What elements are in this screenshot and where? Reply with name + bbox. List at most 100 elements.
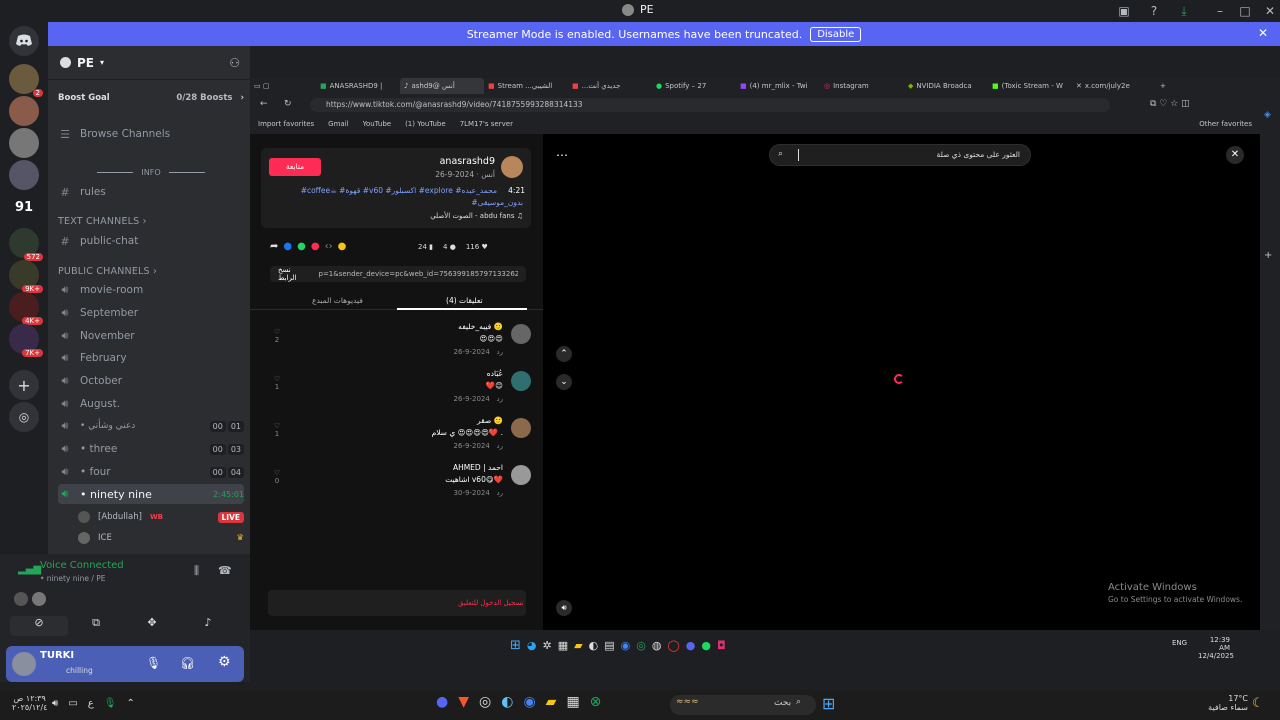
close-video-button[interactable]: ✕ xyxy=(1226,146,1244,164)
camera-off-button[interactable]: ⊘ xyxy=(10,616,68,636)
video-link[interactable]: p=1&sender_device=pc&web_id=756399185797… xyxy=(319,270,519,278)
boost-goal[interactable]: Boost Goal 0/28 Boosts › xyxy=(58,88,244,108)
taskbar-search[interactable]: ≈≈≈ بحث ⌕ xyxy=(670,695,816,715)
share-icon[interactable]: ➦ xyxy=(270,241,278,252)
instagram-icon[interactable]: ◘ xyxy=(717,639,726,652)
share-screen-button[interactable]: ⧉ xyxy=(68,616,124,636)
edge-icon[interactable]: ◕ xyxy=(527,639,537,652)
new-tab-button[interactable]: + xyxy=(1156,78,1180,94)
follow-button[interactable]: متابعة xyxy=(269,158,321,176)
folder-icon[interactable]: ▰ xyxy=(546,694,557,710)
discord-icon[interactable]: ● xyxy=(436,694,448,710)
next-video-button[interactable]: ⌄ xyxy=(556,374,572,390)
reply-button[interactable]: رد xyxy=(497,442,504,450)
chrome-icon[interactable]: ◉ xyxy=(621,639,631,652)
store-icon[interactable]: ▦ xyxy=(566,694,579,710)
address-bar[interactable]: https://www.tiktok.com/@anasrashd9/video… xyxy=(310,98,1110,112)
app-icon[interactable]: ◎ xyxy=(479,694,491,710)
comment-like[interactable]: ♡ 1 xyxy=(272,422,282,438)
browse-channels[interactable]: ☰ Browse Channels xyxy=(58,124,244,144)
browser-tab[interactable]: ■ ...جديدي أنت xyxy=(568,78,652,94)
related-search-input[interactable]: ⌕ العثور على محتوى ذي صلة xyxy=(769,144,1031,166)
avatar[interactable] xyxy=(12,652,36,676)
comment-username[interactable]: AHMED | احمد xyxy=(453,463,503,472)
tab-comments[interactable]: تعليقات (4) xyxy=(446,296,483,305)
channel-public-chat[interactable]: # public-chat xyxy=(58,231,244,251)
brave-icon[interactable]: ▼ xyxy=(458,694,469,710)
close-window-button[interactable]: ✕ xyxy=(1262,3,1278,19)
emoji-icon[interactable]: ● xyxy=(338,241,347,252)
server-icon[interactable] xyxy=(9,160,39,190)
comment-like[interactable]: ♡ 1 xyxy=(272,375,282,391)
discord-icon[interactable]: ● xyxy=(686,639,696,652)
server-icon[interactable]: 91 xyxy=(9,192,39,222)
save-count[interactable]: 24 ▮ xyxy=(418,243,433,251)
browser-tab[interactable]: ✕ x.com/july2e xyxy=(1072,78,1156,94)
voice-status[interactable]: Voice Connected xyxy=(40,560,124,571)
reply-button[interactable]: رد xyxy=(497,395,504,403)
server-icon[interactable]: 2 xyxy=(9,64,43,97)
comment-like[interactable]: ♡ 0 xyxy=(272,469,282,485)
discover-icon[interactable]: ◎ xyxy=(9,402,39,432)
volume-button[interactable]: 🔊︎ xyxy=(556,600,572,616)
reply-button[interactable]: رد xyxy=(497,489,504,497)
soundboard-button[interactable]: ♪ xyxy=(180,616,236,636)
browser-tab-active[interactable]: ♪ ashd9@ أنس xyxy=(400,78,484,94)
calendar-icon[interactable]: ▦ xyxy=(558,639,568,652)
disable-streamer-mode-button[interactable]: Disable xyxy=(810,26,862,42)
copy-link-button[interactable]: نسخ الرابط xyxy=(278,266,311,282)
voice-channel[interactable]: 🔊︎ movie-room xyxy=(58,280,244,300)
server-icon[interactable] xyxy=(9,96,39,126)
favorite-item[interactable]: Import favorites xyxy=(258,120,314,128)
voice-channel[interactable]: 🔊︎ September xyxy=(58,303,244,323)
weather-widget[interactable]: 17°C سماء صافية xyxy=(1206,694,1248,712)
favorite-item[interactable]: Gmail xyxy=(328,120,348,128)
telegram-icon[interactable]: ● xyxy=(311,241,320,252)
gear-icon[interactable]: ⚙ xyxy=(218,654,231,670)
settings-icon[interactable]: ✲ xyxy=(543,639,552,652)
voice-channel[interactable]: 🔊︎ August. xyxy=(58,394,244,414)
maximize-button[interactable]: □ xyxy=(1237,3,1253,19)
system-clock[interactable]: ١٢:٣٩ ص ٢٠٢٥/١٢/٤ xyxy=(12,694,47,712)
microphone-icon[interactable]: 🎙︎ xyxy=(104,698,117,709)
channel-rules[interactable]: # rules xyxy=(58,182,244,202)
minimize-button[interactable]: – xyxy=(1212,3,1228,19)
comment-like[interactable]: ♡ 2 xyxy=(272,328,282,344)
network-icon[interactable]: ▭ xyxy=(68,698,77,709)
xbox-icon[interactable]: ⊗ xyxy=(590,694,602,710)
app-icon[interactable]: ◯ xyxy=(667,639,679,652)
chrome-icon[interactable]: ◉ xyxy=(523,694,535,710)
avatar[interactable] xyxy=(511,418,531,438)
server-icon[interactable] xyxy=(9,128,39,158)
favorite-item[interactable]: 7LM17's server xyxy=(460,120,513,128)
windows-start-icon[interactable]: ⊞ xyxy=(510,638,521,653)
server-icon[interactable]: 7K+ xyxy=(9,324,43,357)
spotify-icon[interactable]: ● xyxy=(701,639,711,652)
guild-header[interactable]: PE ▾ ⚇ xyxy=(48,46,250,80)
avatar[interactable] xyxy=(501,156,523,178)
xbox-icon[interactable]: ◎ xyxy=(636,639,646,652)
more-options-icon[interactable]: ⋯ xyxy=(556,148,568,162)
chevron-up-icon[interactable]: ⌃ xyxy=(126,698,134,709)
download-icon[interactable]: ⤓ xyxy=(1176,3,1192,19)
favorite-item[interactable]: YouTube xyxy=(363,120,391,128)
discord-home-icon[interactable] xyxy=(9,26,39,56)
microphone-icon[interactable]: 🎙︎ xyxy=(146,656,161,670)
voice-member[interactable]: [Abdullah] WB LIVE xyxy=(78,507,244,527)
server-icon[interactable]: 572 xyxy=(9,228,43,261)
browser-tab[interactable]: ◆ NVIDIA Broadca xyxy=(904,78,988,94)
voice-location[interactable]: • ninety nine / PE xyxy=(40,574,106,583)
comment-username[interactable]: صقر 🙂 xyxy=(477,416,503,425)
creator-username[interactable]: anasrashd9 xyxy=(440,156,495,167)
inner-language[interactable]: ENG xyxy=(1172,639,1187,647)
public-channels-category[interactable]: PUBLIC CHANNELS › xyxy=(58,266,157,277)
browser-tab[interactable]: ■ (Toxic Stream - W xyxy=(988,78,1072,94)
voice-channel[interactable]: 🔊︎ • دعني وشأني 00 01 xyxy=(58,416,244,436)
speaker-icon[interactable]: 🔊︎ xyxy=(52,698,58,709)
browser-tab[interactable]: ◎ Instagram xyxy=(820,78,904,94)
tab-creator-videos[interactable]: فيديوهات المبدع xyxy=(312,296,363,305)
other-favorites[interactable]: Other favorites xyxy=(1199,120,1260,128)
voice-channel[interactable]: 🔊︎ October xyxy=(58,371,244,391)
browser-tab[interactable]: ● Spotify – 27 xyxy=(652,78,736,94)
help-icon[interactable]: ? xyxy=(1146,3,1162,19)
